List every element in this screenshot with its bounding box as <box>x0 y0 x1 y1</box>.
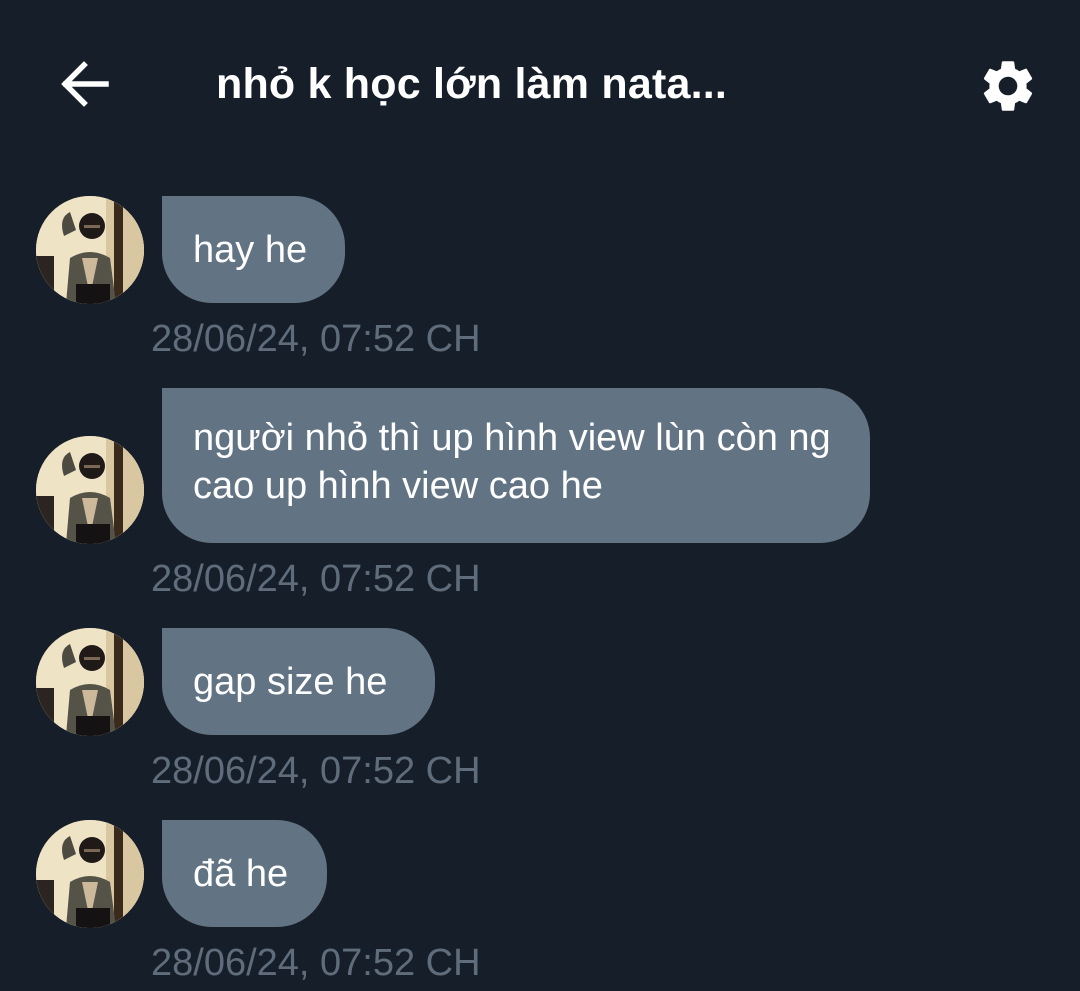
message-timestamp: 28/06/24, 07:52 CH <box>151 558 481 600</box>
message-timestamp: 28/06/24, 07:52 CH <box>151 750 481 792</box>
chat-title: nhỏ k học lớn làm nata... <box>216 60 728 108</box>
message-bubble[interactable]: gap size he <box>162 628 435 735</box>
message-timestamp: 28/06/24, 07:52 CH <box>151 318 481 360</box>
avatar[interactable] <box>36 436 144 544</box>
avatar[interactable] <box>36 820 144 928</box>
arrow-left-icon <box>61 61 109 107</box>
avatar[interactable] <box>36 628 144 736</box>
settings-button[interactable] <box>966 44 1050 128</box>
message-bubble[interactable]: hay he <box>162 196 345 303</box>
chat-header: nhỏ k học lớn làm nata... <box>0 0 1080 170</box>
avatar[interactable] <box>36 196 144 304</box>
message-bubble[interactable]: người nhỏ thì up hình view lùn còn ng ca… <box>162 388 870 543</box>
message-timestamp: 28/06/24, 07:52 CH <box>151 942 481 984</box>
back-button[interactable] <box>44 44 124 124</box>
gear-icon <box>983 61 1033 111</box>
message-bubble[interactable]: đã he <box>162 820 327 927</box>
